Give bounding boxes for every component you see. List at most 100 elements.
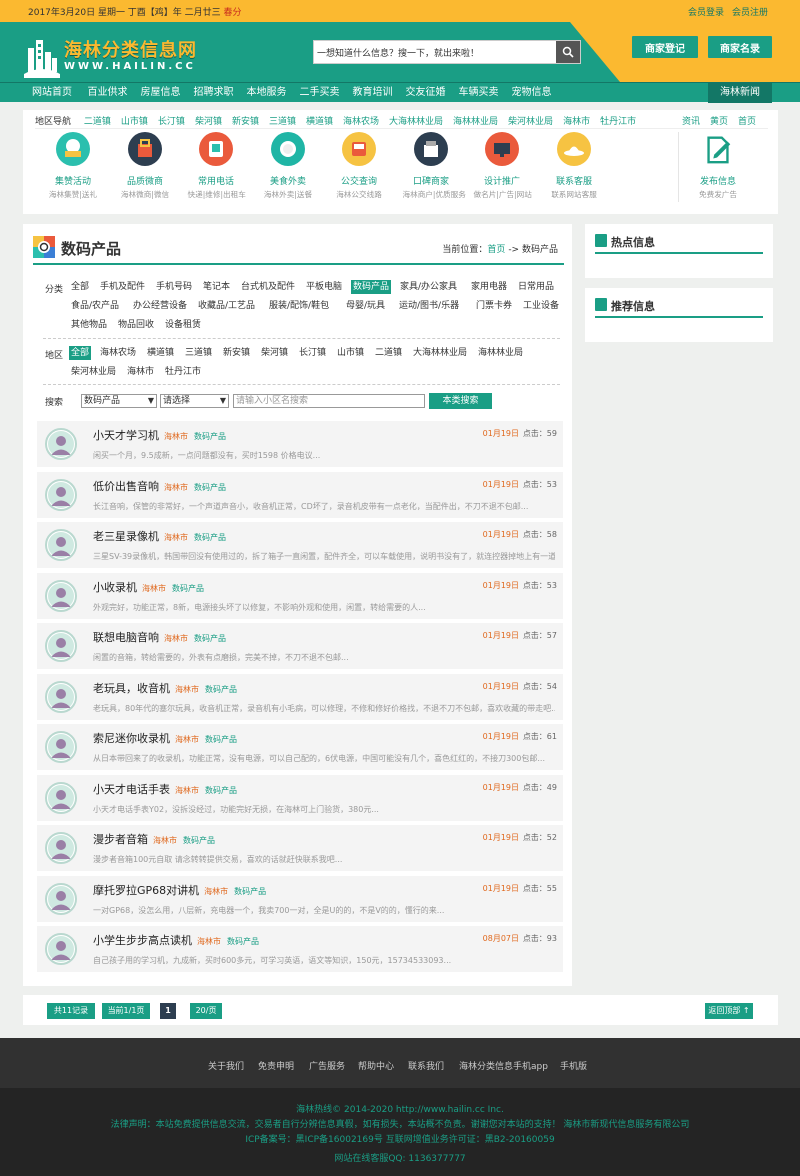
filter-tag[interactable]: 横道镇 [145, 346, 176, 360]
filter-tag[interactable]: 山市镇 [335, 346, 366, 360]
filter-tag[interactable]: 其他物品 [69, 318, 109, 332]
filter-tag[interactable]: 平板电脑 [304, 280, 344, 294]
login-link[interactable]: 会员登录 [688, 8, 724, 18]
nav-item[interactable]: 教育培训 [346, 83, 399, 103]
filter-tag[interactable]: 日常用品 [516, 280, 556, 294]
register-link[interactable]: 会员注册 [732, 8, 768, 18]
quick-icon-9[interactable]: 发布信息 免费发广告 [688, 132, 748, 200]
filter-tag[interactable]: 母婴/玩具 [344, 299, 387, 313]
nav-item[interactable]: 车辆买卖 [452, 83, 505, 103]
listing-item[interactable]: 低价出售音响 海林市 数码产品 长江音响，保管的非常好，一个声道声音小，收音机正常，C… [37, 471, 563, 518]
filter-tag[interactable]: 台式机及配件 [239, 280, 297, 294]
filter-tag[interactable]: 食品/农产品 [69, 299, 121, 313]
filter-tag[interactable]: 运动/图书/乐器 [397, 299, 461, 313]
merchant-list-button[interactable]: 商家名录 [708, 36, 772, 58]
listing-title[interactable]: 老玩具，收音机 海林市 数码产品 [93, 680, 237, 696]
page-number-button[interactable]: 1 [160, 1003, 176, 1019]
listing-item[interactable]: 小天才电话手表 海林市 数码产品 小天才电话手表Y02，没拆没经过，功能完好无损，在海… [37, 774, 563, 821]
category-search-button[interactable]: 本类搜索 [429, 393, 492, 409]
filter-tag[interactable]: 新安镇 [221, 346, 252, 360]
filter-tag[interactable]: 三道镇 [183, 346, 214, 360]
filter-tag[interactable]: 收藏品/工艺品 [196, 299, 257, 313]
listing-item[interactable]: 漫步者音箱 海林市 数码产品 漫步者音箱100元自取 请念转转提供交易，喜欢的话就赶快… [37, 825, 563, 871]
per-page-button[interactable]: 20/页 [190, 1003, 222, 1019]
listing-item[interactable]: 小学生步步高点读机 海林市 数码产品 自己孩子用的学习机，九成新，买时600多元，可学… [37, 926, 563, 972]
filter-tag[interactable]: 手机号码 [154, 280, 194, 294]
footer-link[interactable]: 联系我们 [408, 1059, 444, 1072]
filter-tag[interactable]: 全部 [69, 280, 91, 294]
filter-tag[interactable]: 笔记本 [201, 280, 232, 294]
listing-item[interactable]: 老玩具，收音机 海林市 数码产品 老玩具，80年代的塞尔玩具，收音机正常，录音机有小毛… [37, 673, 563, 720]
quick-icon-2[interactable]: 品质微商 海林微商|微信 [115, 132, 175, 200]
nav-news[interactable]: 海林新闻 [708, 83, 772, 103]
filter-tag[interactable]: 工业设备 [521, 299, 561, 313]
listing-item[interactable]: 联想电脑音响 海林市 数码产品 闲置的音箱，转给需要的，外表有点磨损，完美不掉，不刀不… [37, 623, 563, 669]
breadcrumb-home[interactable]: 首页 [487, 245, 505, 255]
filter-tag[interactable]: 长汀镇 [297, 346, 328, 360]
filter-tag[interactable]: 设备租赁 [163, 318, 203, 332]
listing-title[interactable]: 索尼迷你收录机 海林市 数码产品 [93, 730, 237, 746]
filter-tag[interactable]: 服装/配饰/鞋包 [267, 299, 331, 313]
footer-link[interactable]: 海林分类信息手机app [459, 1059, 548, 1072]
listing-title[interactable]: 小天才学习机 海林市 数码产品 [93, 427, 226, 443]
filter-tag[interactable]: 家具/办公家具 [398, 280, 459, 294]
nav-item[interactable]: 宠物信息 [505, 83, 558, 103]
area-link[interactable]: 海林农场 [343, 117, 379, 127]
filter-tag[interactable]: 牡丹江市 [163, 365, 203, 379]
footer-link[interactable]: 免责申明 [258, 1059, 294, 1072]
merchant-register-button[interactable]: 商家登记 [632, 36, 698, 58]
footer-link[interactable]: 广告服务 [309, 1059, 345, 1072]
quick-icon-7[interactable]: 设计推广 做名片|广告|网站 [472, 132, 532, 200]
area-link[interactable]: 横道镇 [306, 117, 333, 127]
quick-icon-3[interactable]: 常用电话 快递|维修|出租车 [186, 132, 246, 200]
listing-title[interactable]: 漫步者音箱 海林市 数码产品 [93, 831, 215, 847]
search-button[interactable] [556, 41, 580, 63]
listing-title[interactable]: 老三星录像机 海林市 数码产品 [93, 528, 226, 544]
filter-tag[interactable]: 柴河林业局 [69, 365, 118, 379]
listing-item[interactable]: 小天才学习机 海林市 数码产品 闲买一个月，9.5成新，一点问题都没有，买时1598 … [37, 421, 563, 467]
listing-title[interactable]: 摩托罗拉GP68对讲机 海林市 数码产品 [93, 882, 266, 898]
listing-item[interactable]: 索尼迷你收录机 海林市 数码产品 从日本带回来了的收录机，功能正常，没有电源，可以自己… [37, 724, 563, 770]
quick-icon-1[interactable]: 集赞活动 海林集赞|送礼 [43, 132, 103, 200]
info-link[interactable]: 资讯 [682, 117, 700, 127]
quick-icon-8[interactable]: 联系客服 联系网站客服 [544, 132, 604, 200]
listing-item[interactable]: 老三星录像机 海林市 数码产品 三星SV-39录像机，韩国带回没有使用过的，拆了箱子一… [37, 522, 563, 568]
area-link[interactable]: 柴河镇 [195, 117, 222, 127]
listing-title[interactable]: 小天才电话手表 海林市 数码产品 [93, 781, 237, 797]
listing-title[interactable]: 低价出售音响 海林市 数码产品 [93, 478, 226, 494]
area-select[interactable]: 请选择 ▼ [160, 394, 229, 408]
filter-tag[interactable]: 全部 [69, 346, 92, 360]
filter-tag[interactable]: 手机及配件 [98, 280, 147, 294]
filter-tag[interactable]: 二道镇 [373, 346, 404, 360]
filter-tag[interactable]: 海林林业局 [476, 346, 525, 360]
filter-tag[interactable]: 门票卡券 [474, 299, 514, 313]
nav-item[interactable]: 本地服务 [240, 83, 293, 103]
listing-title[interactable]: 小收录机 海林市 数码产品 [93, 579, 204, 595]
area-link[interactable]: 二道镇 [84, 117, 111, 127]
quick-icon-5[interactable]: 公交查询 海林公交线路 [329, 132, 389, 200]
site-logo[interactable]: 海林分类信息网 WWW.HAILIN.CC [22, 34, 212, 78]
listing-item[interactable]: 摩托罗拉GP68对讲机 海林市 数码产品 一对GP68，没怎么用，八层新，充电器一个，… [37, 875, 563, 922]
nav-item[interactable]: 房屋信息 [134, 83, 187, 103]
area-link[interactable]: 大海林林业局 [389, 117, 443, 127]
filter-tag[interactable]: 海林市 [125, 365, 156, 379]
nav-item[interactable]: 招聘求职 [187, 83, 240, 103]
listing-title[interactable]: 联想电脑音响 海林市 数码产品 [93, 629, 226, 645]
listing-item[interactable]: 小收录机 海林市 数码产品 外观完好，功能正常，8新，电源接头坏了以修复，不影响外观和… [37, 572, 563, 619]
area-link[interactable]: 新安镇 [232, 117, 259, 127]
area-link[interactable]: 海林林业局 [453, 117, 498, 127]
filter-tag[interactable]: 海林农场 [98, 346, 138, 360]
filter-tag[interactable]: 柴河镇 [259, 346, 290, 360]
area-link[interactable]: 长汀镇 [158, 117, 185, 127]
home-link[interactable]: 首页 [738, 117, 756, 127]
nav-item[interactable]: 二手买卖 [293, 83, 346, 103]
filter-tag[interactable]: 大海林林业局 [411, 346, 469, 360]
community-input[interactable]: 请输入小区名搜索 [233, 394, 425, 408]
search-input[interactable] [314, 41, 556, 63]
quick-icon-4[interactable]: 美食外卖 海林外卖|送餐 [258, 132, 318, 200]
filter-tag[interactable]: 家用电器 [469, 280, 509, 294]
footer-link[interactable]: 帮助中心 [358, 1059, 394, 1072]
nav-item[interactable]: 交友征婚 [399, 83, 452, 103]
footer-link[interactable]: 手机版 [560, 1059, 587, 1072]
filter-tag[interactable]: 物品回收 [116, 318, 156, 332]
